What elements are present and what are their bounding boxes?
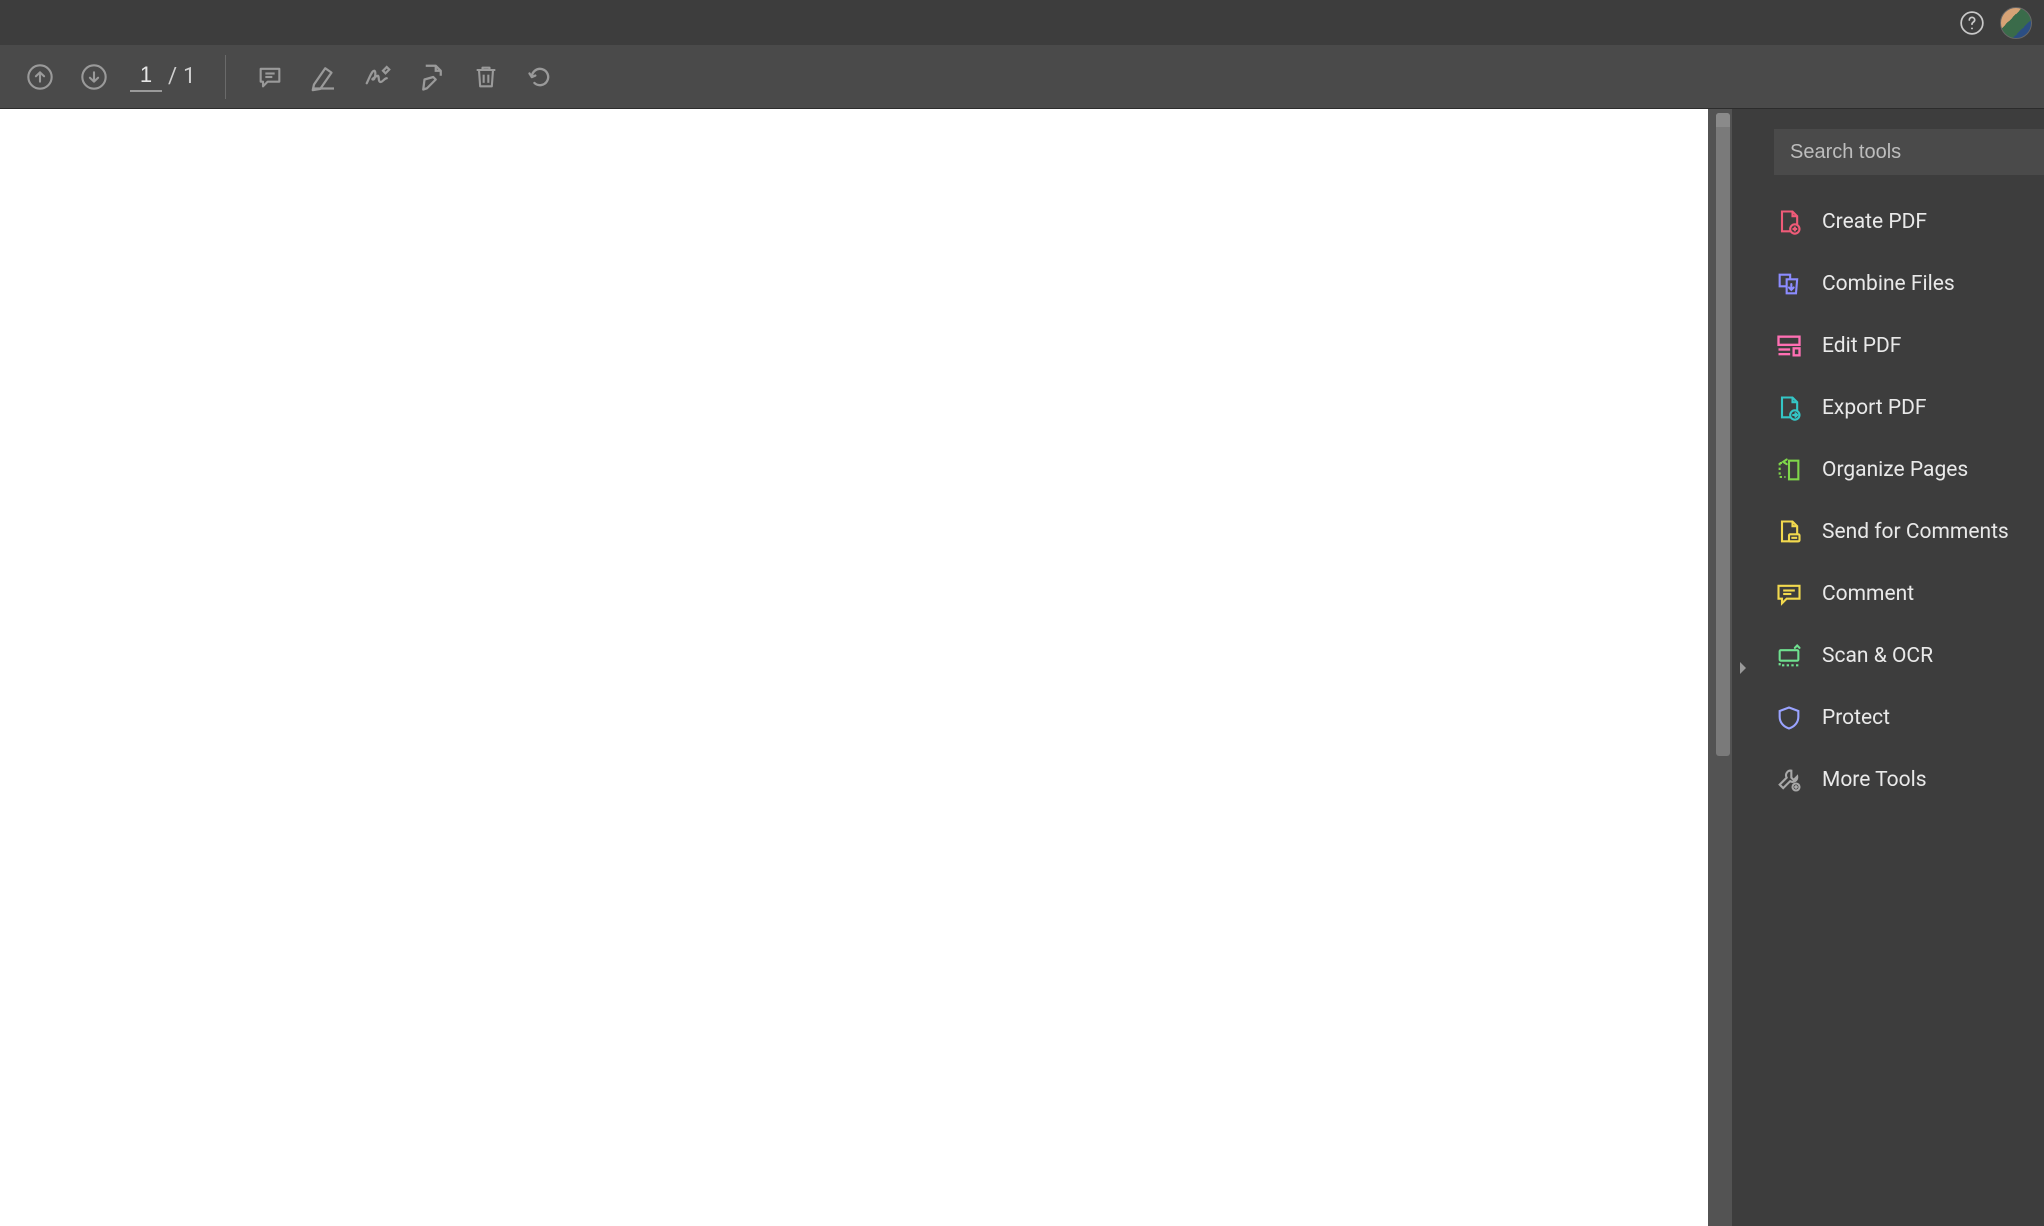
- page-sep: /: [168, 64, 177, 89]
- tool-label: Protect: [1822, 706, 1890, 730]
- comment-icon: [1774, 579, 1804, 609]
- highlight-button[interactable]: [302, 55, 346, 99]
- delete-button[interactable]: [464, 55, 508, 99]
- titlebar: [0, 0, 2044, 45]
- chevron-right-icon: [1738, 661, 1748, 675]
- document-viewport[interactable]: [0, 109, 1732, 1226]
- scan-ocr-icon: [1774, 641, 1804, 671]
- sign-button[interactable]: [356, 55, 400, 99]
- add-comment-button[interactable]: [248, 55, 292, 99]
- vertical-scrollbar[interactable]: [1716, 113, 1730, 1222]
- document-page: [0, 109, 1708, 1226]
- tool-label: Edit PDF: [1822, 334, 1901, 358]
- tool-send-for-comments[interactable]: Send for Comments: [1754, 501, 2044, 563]
- page-number-control: / 1: [130, 62, 195, 92]
- toolbar-separator: [225, 55, 226, 99]
- tool-list: Create PDF Combine Files: [1754, 191, 2044, 811]
- panel-collapse-handle[interactable]: [1732, 109, 1754, 1226]
- tool-edit-pdf[interactable]: Edit PDF: [1754, 315, 2044, 377]
- more-tools-icon: [1774, 765, 1804, 795]
- tools-panel: Create PDF Combine Files: [1754, 109, 2044, 1226]
- avatar[interactable]: [2000, 7, 2032, 39]
- edit-pdf-icon: [1774, 331, 1804, 361]
- edit-page-button[interactable]: [410, 55, 454, 99]
- tool-label: More Tools: [1822, 768, 1927, 792]
- tool-more-tools[interactable]: More Tools: [1754, 749, 2044, 811]
- export-pdf-icon: [1774, 393, 1804, 423]
- tool-export-pdf[interactable]: Export PDF: [1754, 377, 2044, 439]
- tool-label: Create PDF: [1822, 210, 1927, 234]
- page-up-button[interactable]: [18, 55, 62, 99]
- page-down-button[interactable]: [72, 55, 116, 99]
- tool-create-pdf[interactable]: Create PDF: [1754, 191, 2044, 253]
- tool-organize-pages[interactable]: Organize Pages: [1754, 439, 2044, 501]
- main-area: Create PDF Combine Files: [0, 109, 2044, 1226]
- tool-label: Send for Comments: [1822, 520, 2009, 544]
- toolbar: / 1: [0, 45, 2044, 109]
- tool-label: Export PDF: [1822, 396, 1926, 420]
- page-total: 1: [183, 64, 195, 89]
- help-icon[interactable]: [1958, 9, 1986, 37]
- combine-files-icon: [1774, 269, 1804, 299]
- tool-combine-files[interactable]: Combine Files: [1754, 253, 2044, 315]
- tool-label: Comment: [1822, 582, 1914, 606]
- search-tools-input[interactable]: [1774, 129, 2044, 175]
- rotate-button[interactable]: [518, 55, 562, 99]
- tool-scan-ocr[interactable]: Scan & OCR: [1754, 625, 2044, 687]
- tool-comment[interactable]: Comment: [1754, 563, 2044, 625]
- create-pdf-icon: [1774, 207, 1804, 237]
- scrollbar-thumb[interactable]: [1716, 113, 1730, 756]
- send-for-comments-icon: [1774, 517, 1804, 547]
- tool-label: Organize Pages: [1822, 458, 1968, 482]
- tool-label: Combine Files: [1822, 272, 1955, 296]
- tool-protect[interactable]: Protect: [1754, 687, 2044, 749]
- protect-icon: [1774, 703, 1804, 733]
- page-current-input[interactable]: [130, 62, 162, 92]
- tool-label: Scan & OCR: [1822, 644, 1933, 668]
- organize-pages-icon: [1774, 455, 1804, 485]
